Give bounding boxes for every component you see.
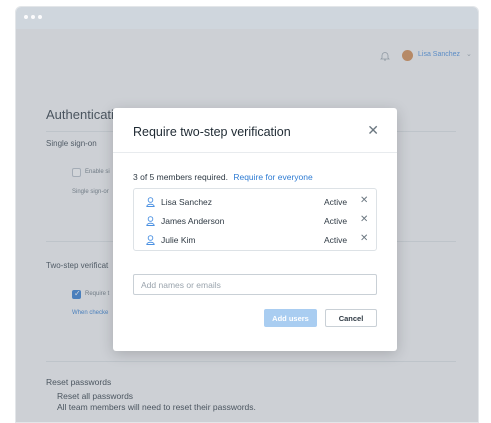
remove-member-icon[interactable]: ✕ [360, 195, 368, 206]
required-count: 3 of 5 members required. Require for eve… [133, 172, 313, 182]
add-users-button[interactable]: Add users [264, 309, 317, 327]
member-row: Julie Kim Active ✕ [134, 233, 376, 249]
user-icon [146, 197, 155, 207]
cancel-button[interactable]: Cancel [325, 309, 377, 327]
member-status: Active [324, 235, 348, 245]
member-row: Lisa Sanchez Active ✕ [134, 195, 376, 211]
add-members-input[interactable] [133, 274, 377, 295]
window-controls [24, 15, 42, 19]
user-icon [146, 216, 155, 226]
member-name: Julie Kim [161, 235, 196, 245]
two-step-modal: Require two-step verification ✕ 3 of 5 m… [113, 108, 397, 351]
window-titlebar [16, 7, 478, 29]
divider [113, 152, 397, 153]
require-everyone-link[interactable]: Require for everyone [233, 172, 312, 182]
user-icon [146, 235, 155, 245]
member-list: Lisa Sanchez Active ✕ James Anderson Act… [133, 188, 377, 251]
member-name: Lisa Sanchez [161, 197, 213, 207]
modal-title: Require two-step verification [133, 125, 291, 139]
member-status: Active [324, 197, 348, 207]
window-dot[interactable] [24, 15, 28, 19]
remove-member-icon[interactable]: ✕ [360, 214, 368, 225]
member-row: James Anderson Active ✕ [134, 214, 376, 230]
remove-member-icon[interactable]: ✕ [360, 233, 368, 244]
window-dot[interactable] [31, 15, 35, 19]
member-name: James Anderson [161, 216, 225, 226]
member-status: Active [324, 216, 348, 226]
close-icon[interactable]: ✕ [367, 122, 379, 139]
window-dot[interactable] [38, 15, 42, 19]
required-text: 3 of 5 members required. [133, 172, 228, 182]
app-window: Lisa Sanchez ⌄ Authentication Single sig… [15, 6, 479, 423]
